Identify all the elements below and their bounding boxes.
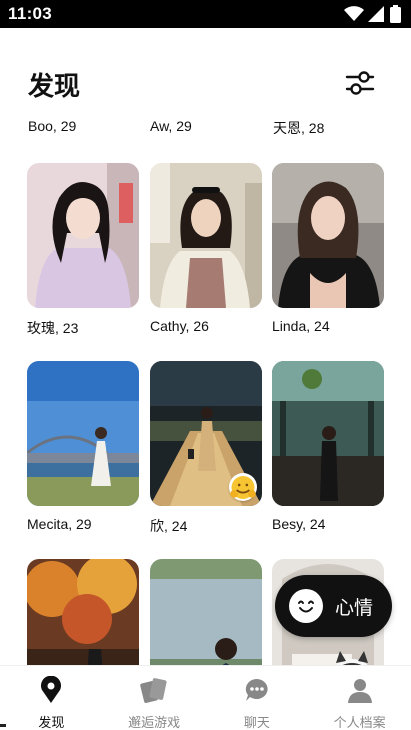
bottom-nav: 发现 邂逅游戏 聊天 个人档案 (0, 665, 411, 730)
profile-name: 天恩, 28 (273, 120, 325, 136)
profile-name: Boo, 29 (28, 118, 77, 134)
top-row-names: Boo, 29 Aw, 29 天恩, 28 (0, 118, 411, 138)
battery-icon (390, 5, 401, 23)
sliders-icon (345, 71, 375, 95)
wifi-icon (344, 6, 364, 21)
profile-name: Cathy, 26 (150, 318, 209, 334)
profile-name: 玫瑰, 23 (27, 320, 79, 336)
profile-card[interactable]: Linda, 24 (272, 163, 384, 334)
profile-card[interactable]: Besy, 24 (272, 361, 384, 532)
nav-label: 发现 (38, 715, 65, 730)
profile-card[interactable]: Cathy, 26 (150, 163, 262, 334)
nav-label: 聊天 (243, 715, 270, 730)
hug-emoji-badge (229, 473, 257, 501)
profile-photo (272, 163, 384, 308)
status-bar: 11:03 (0, 0, 411, 28)
profile-card[interactable]: Mecita, 29 (27, 361, 139, 532)
nav-discover[interactable]: 发现 (0, 666, 103, 730)
profile-card[interactable]: 玫瑰, 23 (27, 163, 139, 338)
page-title: 发现 (28, 71, 81, 101)
status-time: 11:03 (8, 4, 53, 23)
signal-icon (368, 6, 384, 22)
mood-button[interactable]: 心情 (275, 575, 392, 637)
location-pin-icon (36, 676, 66, 704)
chat-bubble-icon (242, 676, 272, 704)
nav-label: 个人档案 (333, 715, 386, 730)
nav-label: 邂逅游戏 (128, 715, 181, 730)
profile-name: Aw, 29 (150, 118, 192, 134)
nav-encounter-game[interactable]: 邂逅游戏 (103, 666, 206, 730)
profile-card[interactable]: 欣, 24 (150, 361, 262, 536)
cards-icon (139, 676, 169, 704)
profile-name: Mecita, 29 (27, 516, 92, 532)
status-icons (344, 5, 401, 23)
profile-photo (272, 361, 384, 506)
profile-photo (150, 163, 262, 308)
profile-card[interactable] (27, 559, 139, 665)
nav-chat[interactable]: 聊天 (206, 666, 309, 730)
filter-button[interactable] (342, 68, 378, 98)
profile-photo (27, 559, 139, 665)
mood-label: 心情 (335, 597, 374, 619)
hug-emoji-icon (230, 475, 256, 499)
profile-name: Linda, 24 (272, 318, 330, 334)
profile-photo (150, 559, 262, 665)
header: 发现 (0, 28, 411, 118)
home-indicator (0, 724, 6, 727)
profile-photo (27, 163, 139, 308)
nav-profile[interactable]: 个人档案 (308, 666, 411, 730)
person-icon (345, 676, 375, 704)
profile-name: 欣, 24 (150, 518, 188, 534)
profile-photo (27, 361, 139, 506)
smile-face-icon (289, 589, 323, 623)
profile-card[interactable] (150, 559, 262, 665)
profile-name: Besy, 24 (272, 516, 326, 532)
profile-photo (150, 361, 262, 506)
